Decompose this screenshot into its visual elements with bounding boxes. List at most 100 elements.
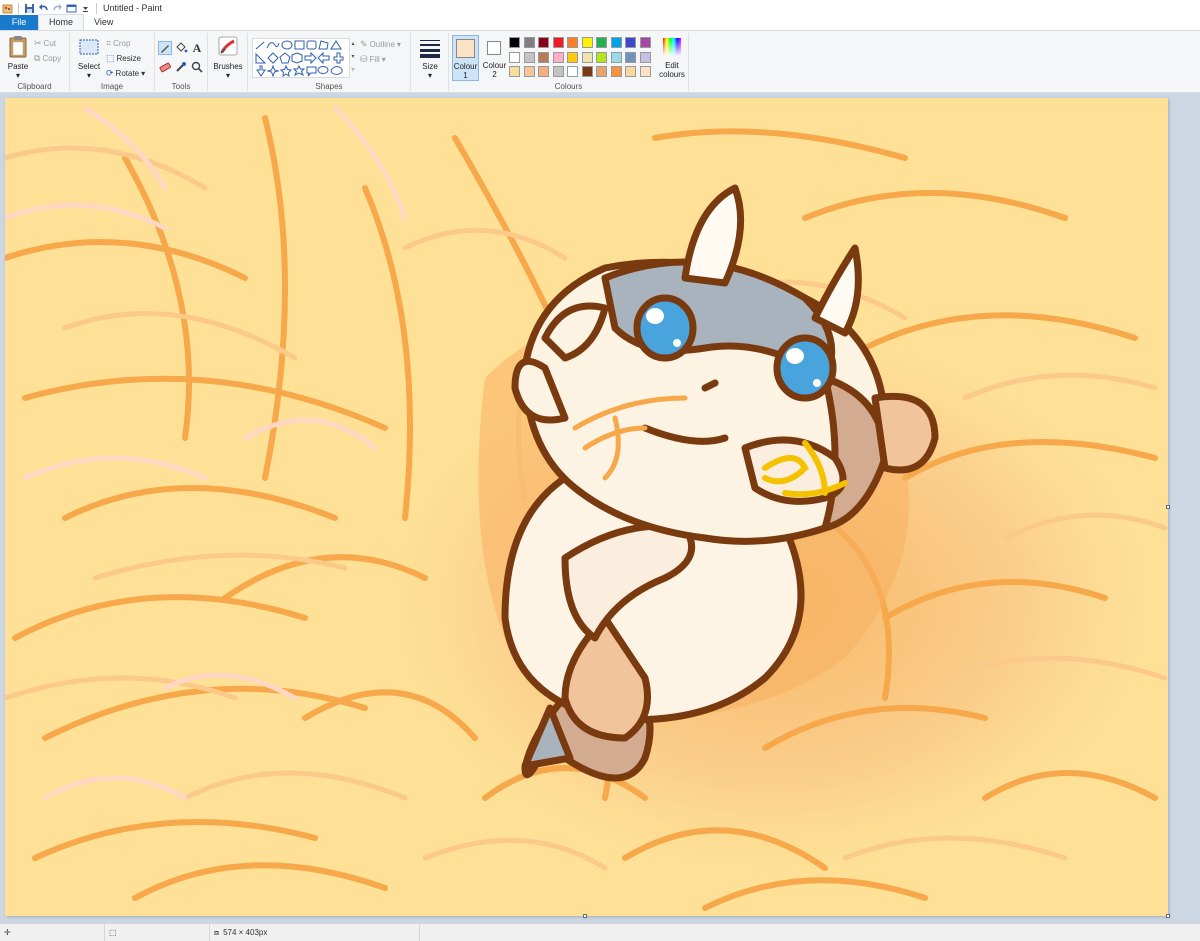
palette-swatch[interactable]	[625, 51, 636, 63]
canvas-resize-handle-bottom[interactable]	[583, 914, 587, 918]
paint-icon[interactable]	[2, 3, 13, 14]
palette-swatch[interactable]	[596, 37, 607, 48]
size-group: Size ▾	[411, 33, 449, 91]
crop-button[interactable]: ⌗ Crop	[106, 37, 130, 49]
pencil-tool[interactable]	[158, 41, 172, 55]
palette-swatch[interactable]	[509, 37, 520, 48]
palette-swatch[interactable]	[581, 51, 593, 63]
paste-label: Paste	[7, 62, 29, 71]
redo-icon[interactable]	[52, 3, 63, 14]
palette-swatch[interactable]	[581, 66, 593, 77]
tab-home[interactable]: Home	[38, 14, 85, 30]
cut-button[interactable]: ✂ Cut	[34, 37, 56, 49]
chevron-down-icon: ▾	[86, 71, 91, 80]
fill-tool[interactable]	[174, 41, 188, 55]
tab-view[interactable]: View	[84, 15, 123, 30]
palette-swatch[interactable]	[567, 37, 578, 48]
colour-2-swatch	[487, 41, 501, 55]
palette-swatch[interactable]	[509, 66, 520, 77]
rotate-button[interactable]: ⟳ Rotate ▾	[106, 67, 145, 79]
undo-icon[interactable]	[38, 3, 49, 14]
palette-swatch[interactable]	[509, 51, 520, 63]
ribbon: Paste ▾ ✂ Cut ⧉ Copy Clipboard Select ▾ …	[0, 31, 1200, 93]
palette-swatch[interactable]	[625, 66, 636, 77]
palette-swatch[interactable]	[567, 66, 578, 77]
magnifier-tool[interactable]	[190, 60, 204, 74]
clipboard-group-label: Clipboard	[17, 82, 52, 91]
palette-swatch[interactable]	[581, 37, 593, 48]
divider	[18, 2, 19, 14]
image-group-label: Image	[100, 82, 124, 91]
canvas-resize-handle-corner[interactable]	[1166, 914, 1170, 918]
palette-swatch[interactable]	[596, 66, 607, 77]
resize-button[interactable]: ⬚ Resize	[106, 52, 141, 64]
rotate-label: Rotate	[115, 68, 140, 78]
copy-button[interactable]: ⧉ Copy	[34, 52, 61, 64]
palette-swatch[interactable]	[610, 66, 622, 77]
eraser-icon	[159, 62, 171, 73]
gallery-scroll[interactable]: ▴ ▾ ▿	[350, 38, 356, 78]
colour-2-button[interactable]: Colour 2	[481, 35, 508, 81]
palette-swatch[interactable]	[523, 37, 535, 48]
chevron-down-icon: ▾	[141, 68, 146, 78]
brush-icon	[218, 36, 238, 56]
chevron-down-icon: ▾	[225, 71, 230, 80]
palette-swatch[interactable]	[552, 51, 564, 63]
palette-swatch[interactable]	[538, 66, 549, 77]
cursor-position: ✛	[0, 923, 105, 941]
palette-swatch[interactable]	[538, 37, 549, 48]
palette-swatch[interactable]	[625, 37, 636, 48]
crosshair-icon: ✛	[4, 928, 11, 937]
drawing-canvas[interactable]	[5, 98, 1168, 916]
save-icon[interactable]	[24, 3, 35, 14]
colours-group-label: Colours	[554, 82, 583, 91]
customize-qat-icon[interactable]	[80, 3, 91, 14]
line-width-icon	[420, 40, 440, 58]
outline-button[interactable]: ✎ Outline ▾	[360, 38, 401, 50]
paste-button[interactable]: Paste ▾	[4, 35, 32, 80]
palette-swatch[interactable]	[610, 37, 622, 48]
colour-1-button[interactable]: Colour 1	[452, 35, 479, 81]
chevron-down-icon: ▾	[381, 54, 386, 64]
colour-2-label: Colour	[482, 61, 507, 70]
text-tool[interactable]: A	[190, 41, 204, 55]
crop-label: Crop	[113, 38, 131, 48]
palette-swatch[interactable]	[596, 51, 607, 63]
size-label: Size	[422, 62, 438, 71]
scissors-icon: ✂	[34, 37, 42, 48]
palette-swatch[interactable]	[639, 51, 651, 63]
edit-colours-button[interactable]: Edit colours	[658, 35, 686, 81]
tab-file[interactable]: File	[0, 15, 38, 30]
palette-swatch[interactable]	[523, 51, 535, 63]
palette-swatch[interactable]	[523, 66, 535, 77]
image-size: ⧈ 574 × 403px	[210, 923, 420, 941]
palette-swatch[interactable]	[639, 37, 651, 48]
palette-swatch[interactable]	[567, 51, 578, 63]
title-bar: Untitled - Paint	[0, 0, 1200, 16]
chevron-down-icon: ▾	[427, 71, 432, 80]
colour-wheel-icon	[663, 38, 681, 55]
select-button[interactable]: Select ▾	[74, 35, 104, 80]
fill-button[interactable]: ⛁ Fill ▾	[360, 53, 386, 65]
resize-icon: ⬚	[106, 52, 115, 63]
workspace	[0, 94, 1200, 923]
palette-swatch[interactable]	[552, 37, 564, 48]
palette-swatch[interactable]	[610, 51, 622, 63]
colour-picker-tool[interactable]	[174, 60, 188, 74]
shapes-gallery[interactable]	[252, 38, 350, 78]
copy-label: Copy	[42, 53, 62, 63]
fill-icon: ⛁	[360, 53, 368, 64]
eraser-tool[interactable]	[158, 60, 172, 74]
edit-colours-label-2: colours	[659, 70, 685, 79]
size-button[interactable]: Size ▾	[415, 35, 445, 80]
palette-swatch[interactable]	[538, 51, 549, 63]
outline-icon: ✎	[360, 38, 368, 49]
clipboard-group: Paste ▾ ✂ Cut ⧉ Copy Clipboard	[0, 33, 70, 91]
selection-icon: ⬚	[109, 928, 117, 937]
palette-swatch[interactable]	[639, 66, 651, 77]
palette-swatch[interactable]	[552, 66, 564, 77]
bucket-icon	[176, 42, 188, 53]
brushes-button[interactable]: Brushes ▾	[212, 35, 244, 80]
window-icon[interactable]	[66, 3, 77, 14]
canvas-resize-handle-right[interactable]	[1166, 505, 1170, 509]
